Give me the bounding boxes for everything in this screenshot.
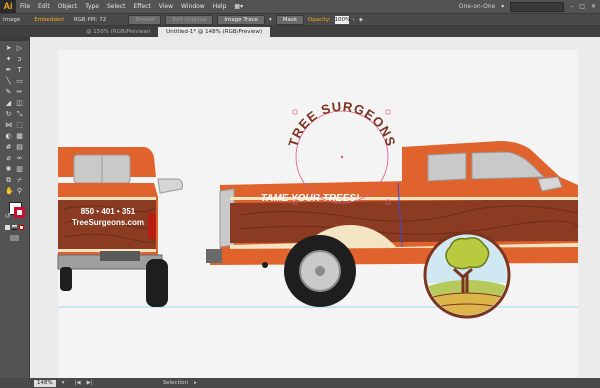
swap-fill-stroke-icon[interactable]: ↺ bbox=[4, 213, 11, 220]
color-mode-label: RGB PPI: 72 bbox=[73, 16, 107, 23]
workspace-switcher[interactable]: One-on-One bbox=[459, 3, 496, 10]
maximize-icon[interactable]: □ bbox=[579, 3, 585, 10]
shape-builder-tool-icon[interactable]: ◐ bbox=[5, 133, 12, 140]
zoom-tool-icon[interactable]: ⚲ bbox=[16, 188, 23, 195]
gradient-tool-icon[interactable]: ▤ bbox=[16, 144, 23, 151]
menu-type[interactable]: Type bbox=[81, 3, 103, 10]
vehicle-wrap-artwork: 850 • 401 • 351 TreeSurgeons.com TAME YO… bbox=[57, 99, 579, 319]
tab-document-1[interactable]: @ 150% (RGB/Preview) bbox=[78, 27, 158, 37]
phone-number: 850 • 401 • 351 bbox=[81, 207, 136, 216]
search-input[interactable] bbox=[510, 1, 565, 12]
menu-file[interactable]: File bbox=[16, 3, 34, 10]
chevron-right-icon[interactable]: ▸ bbox=[194, 380, 197, 386]
width-tool-icon[interactable]: ⋈ bbox=[5, 122, 12, 129]
embed-button[interactable]: Embed bbox=[128, 14, 162, 25]
menu-edit[interactable]: Edit bbox=[34, 3, 54, 10]
canvas[interactable]: 850 • 401 • 351 TreeSurgeons.com TAME YO… bbox=[30, 37, 600, 378]
slice-tool-icon[interactable]: ⌿ bbox=[16, 177, 23, 184]
tagline-text: TAME YOUR TREES! bbox=[261, 193, 360, 204]
chevron-right-icon[interactable]: › bbox=[353, 17, 355, 23]
rotate-tool-icon[interactable]: ↻ bbox=[5, 111, 12, 118]
selection-type-label: Image bbox=[3, 16, 21, 23]
none-mode-button[interactable] bbox=[19, 225, 24, 230]
pen-tool-icon[interactable]: ✒ bbox=[5, 67, 12, 74]
recolor-icon[interactable]: ◈ bbox=[359, 17, 363, 23]
cab-rear-window bbox=[427, 152, 467, 182]
menu-view[interactable]: View bbox=[155, 3, 177, 10]
artboard-nav-next-icon[interactable]: ▶| bbox=[87, 380, 93, 386]
mask-button[interactable]: Mask bbox=[275, 14, 304, 25]
close-icon[interactable]: ✕ bbox=[591, 3, 596, 10]
menu-window[interactable]: Window bbox=[177, 3, 209, 10]
pencil-tool-icon[interactable]: ✏ bbox=[16, 89, 23, 96]
current-tool-label: Selection bbox=[162, 380, 189, 386]
image-trace-button[interactable]: Image Trace bbox=[217, 14, 265, 25]
eyedropper-tool-icon[interactable]: ⌀ bbox=[5, 155, 12, 162]
menu-bar: Ai File Edit Object Type Select Effect V… bbox=[0, 0, 600, 13]
draw-mode-button[interactable] bbox=[10, 235, 19, 241]
menu-effect[interactable]: Effect bbox=[130, 3, 155, 10]
mesh-tool-icon[interactable]: # bbox=[5, 144, 12, 151]
artboard-nav-first-icon[interactable]: |◀ bbox=[75, 380, 81, 386]
selection-handle bbox=[292, 109, 298, 115]
artboard-tool-icon[interactable]: ⧉ bbox=[5, 177, 12, 184]
line-tool-icon[interactable]: ╲ bbox=[5, 78, 12, 85]
document-tabs: @ 150% (RGB/Preview) Untitled-1* @ 148% … bbox=[0, 26, 600, 37]
chevron-down-icon[interactable]: ▾ bbox=[62, 380, 65, 386]
direct-selection-tool-icon[interactable]: ▷ bbox=[16, 45, 23, 52]
selection-handle bbox=[385, 109, 391, 115]
truck-side-view: TAME YOUR TREES! bbox=[206, 141, 579, 307]
opacity-label[interactable]: Opacity: bbox=[308, 17, 331, 23]
paintbrush-tool-icon[interactable]: ✎ bbox=[5, 89, 12, 96]
rear-tire bbox=[146, 259, 168, 307]
tail-light bbox=[148, 213, 156, 239]
menu-object[interactable]: Object bbox=[54, 3, 82, 10]
free-transform-tool-icon[interactable]: ⬚ bbox=[16, 122, 23, 129]
menu-select[interactable]: Select bbox=[103, 3, 130, 10]
gradient-mode-button[interactable] bbox=[12, 225, 17, 230]
column-graph-tool-icon[interactable]: ▥ bbox=[16, 166, 23, 173]
chevron-down-icon[interactable]: ▾ bbox=[269, 17, 272, 23]
status-bar: 148% ▾ |◀ ▶| Selection ▸ bbox=[0, 378, 600, 388]
truck-rear-view: 850 • 401 • 351 TreeSurgeons.com bbox=[57, 147, 183, 307]
chevron-down-icon[interactable]: ▾ bbox=[501, 3, 504, 10]
arrange-documents-icon[interactable]: ▦▾ bbox=[230, 3, 247, 10]
selection-tool-icon[interactable]: ➤ bbox=[5, 45, 12, 52]
edit-original-button[interactable]: Edit Original bbox=[165, 14, 214, 25]
app-logo: Ai bbox=[0, 0, 16, 13]
scale-tool-icon[interactable]: ⤡ bbox=[16, 111, 23, 118]
menu-help[interactable]: Help bbox=[209, 3, 231, 10]
type-tool-icon[interactable]: T bbox=[16, 67, 23, 74]
blend-tool-icon[interactable]: ∞ bbox=[16, 155, 23, 162]
hand-tool-icon[interactable]: ✋ bbox=[5, 188, 14, 195]
panel-grip[interactable] bbox=[0, 37, 30, 41]
minimize-icon[interactable]: – bbox=[570, 3, 573, 10]
control-bar: Image Embedded RGB PPI: 72 Embed Edit Or… bbox=[0, 13, 600, 26]
eraser-tool-icon[interactable]: ◫ bbox=[16, 100, 23, 107]
embedded-link[interactable]: Embedded bbox=[34, 17, 64, 23]
tree-logo bbox=[423, 231, 511, 319]
tools-panel: ➤ ▷ ✦ ↄ ✒ T ╲ ▭ ✎ ✏ ◢ ◫ ↻ ⤡ ⋈ ⬚ ◐ ▦ # ▤ … bbox=[0, 37, 30, 378]
side-mirror bbox=[157, 178, 183, 194]
rectangle-tool-icon[interactable]: ▭ bbox=[16, 78, 23, 85]
tab-document-2[interactable]: Untitled-1* @ 148% (RGB/Preview) bbox=[158, 27, 271, 37]
color-mode-button[interactable] bbox=[5, 225, 10, 230]
symbol-sprayer-tool-icon[interactable]: ✺ bbox=[5, 166, 12, 173]
rear-bumper bbox=[206, 249, 222, 263]
blob-brush-tool-icon[interactable]: ◢ bbox=[5, 100, 12, 107]
center-point bbox=[340, 155, 344, 159]
perspective-grid-tool-icon[interactable]: ▦ bbox=[16, 133, 23, 140]
opacity-field[interactable]: 100% bbox=[334, 15, 350, 24]
zoom-field[interactable]: 148% bbox=[34, 379, 56, 387]
magic-wand-tool-icon[interactable]: ✦ bbox=[5, 56, 12, 63]
arc-text[interactable]: TREE SURGEONS bbox=[285, 99, 399, 149]
lasso-tool-icon[interactable]: ↄ bbox=[16, 56, 23, 63]
stroke-swatch[interactable] bbox=[14, 207, 25, 218]
website-text: TreeSurgeons.com bbox=[72, 218, 144, 227]
